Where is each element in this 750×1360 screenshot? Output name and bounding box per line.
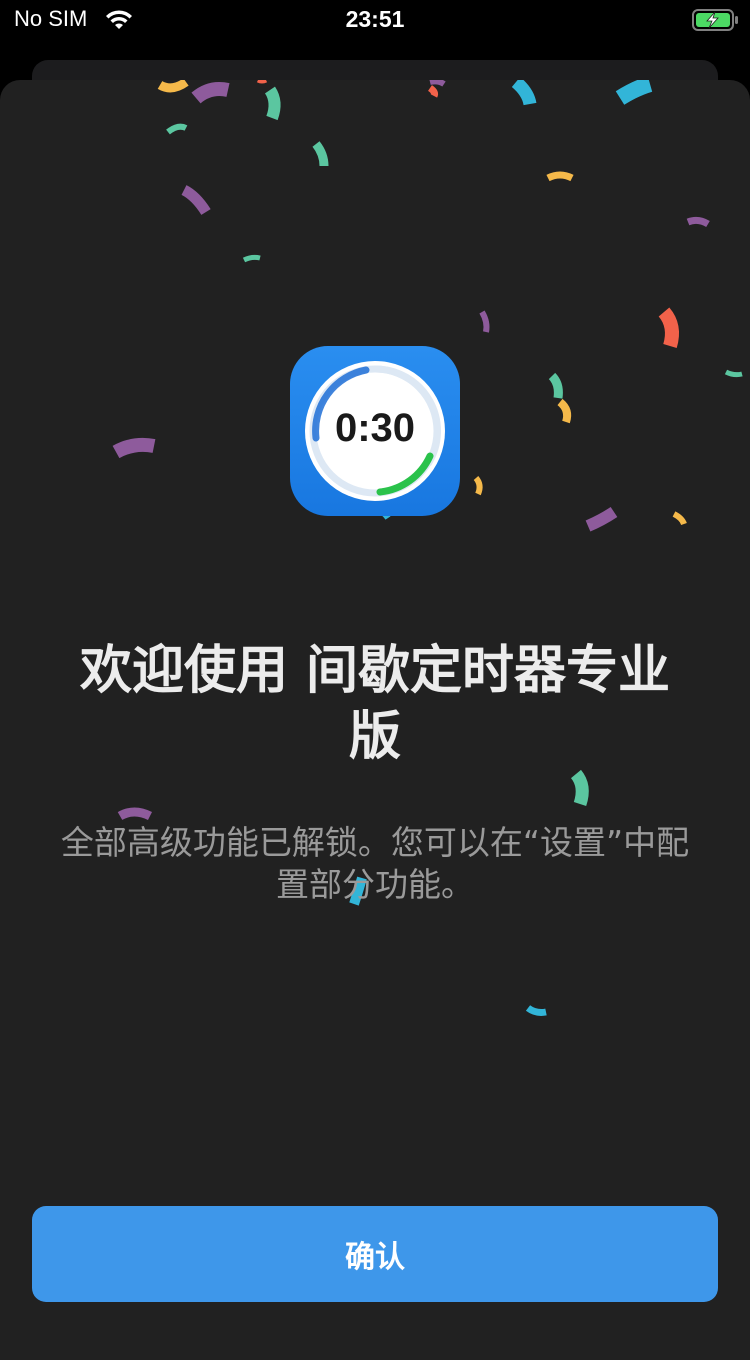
icon-time-display: 0:30 — [334, 406, 416, 450]
welcome-subtitle: 全部高级功能已解锁。您可以在“设置”中配置部分功能。 — [60, 823, 690, 904]
welcome-title: 欢迎使用 间歇定时器专业版 — [79, 641, 671, 767]
status-bar: No SIM 23:51 — [0, 0, 750, 40]
app-icon: 0:30 — [290, 346, 460, 516]
status-time: 23:51 — [345, 6, 405, 32]
confirm-button[interactable]: 确认 — [32, 1206, 718, 1302]
welcome-sheet: 0:30 欢迎使用 间歇定时器专业版 全部高级功能已解锁。您可以在“设置”中配置… — [0, 80, 750, 1360]
battery-charging-icon — [692, 9, 738, 31]
